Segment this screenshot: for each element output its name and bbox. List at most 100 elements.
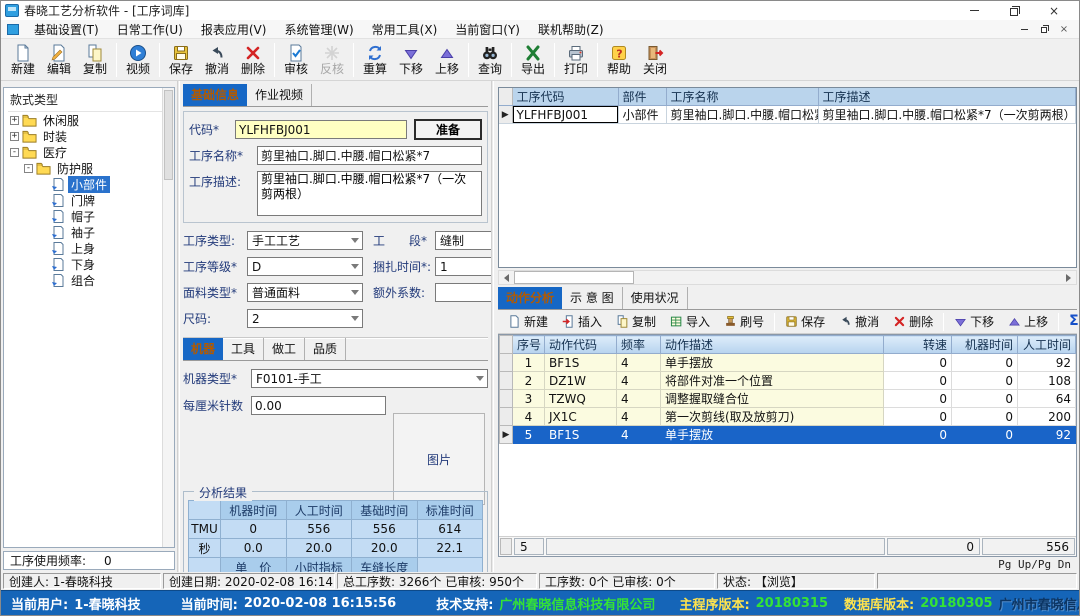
status-created-date: 创建日期: 2020-02-08 16:14:21 [163,573,335,589]
video-button[interactable]: 视频 [120,41,156,79]
close-button[interactable]: × [1047,4,1061,18]
menu-system[interactable]: 系统管理(W) [275,20,362,38]
edit-button[interactable]: 编辑 [41,41,77,79]
recalculate-button[interactable]: 重算 [357,41,393,79]
code-input[interactable] [235,120,407,139]
motion-new-button[interactable]: 新建 [502,311,554,332]
tree-node-combination[interactable]: 组合 [8,272,162,288]
scroll-right-arrow-icon[interactable] [1061,271,1076,284]
motion-row[interactable]: 1 BF1S 4 单手摆放 0 0 92 [500,354,1076,372]
motion-row[interactable]: 2 DZ1W 4 将部件对准一个位置 0 0 108 [500,372,1076,390]
expander-icon[interactable]: - [10,148,19,157]
close-window-button[interactable]: 关闭 [637,41,673,79]
motion-delete-button[interactable]: 删除 [887,311,939,332]
tree-node-medical[interactable]: - 医疗 [8,144,162,160]
motion-row[interactable]: 4 JX1C 4 第一次剪线(取及放剪刀) 0 0 200 [500,408,1076,426]
tree-node-small-parts[interactable]: 小部件 [8,176,162,192]
menu-tools[interactable]: 常用工具(X) [363,20,447,38]
col-motion-code[interactable]: 动作代码 [545,336,617,354]
col-seq[interactable]: 序号 [513,336,545,354]
ready-button[interactable]: 准备 [414,119,482,140]
col-speed[interactable]: 转速 [884,336,952,354]
menu-help[interactable]: 联机帮助(Z) [529,20,613,38]
stitches-per-cm-input[interactable] [251,396,386,415]
delete-button[interactable]: 删除 [235,41,271,79]
tab-workmanship[interactable]: 做工 [264,338,305,360]
col-process-desc[interactable]: 工序描述 [818,88,1076,106]
process-name-input[interactable] [257,146,482,165]
col-motion-desc[interactable]: 动作描述 [661,336,884,354]
work-stage-select[interactable]: 缝制 [435,231,491,250]
expander-icon[interactable]: + [10,116,19,125]
col-labor-time[interactable]: 人工时间 [1018,336,1076,354]
expander-icon[interactable]: + [10,132,19,141]
scrollbar-thumb[interactable] [514,271,634,284]
motion-save-button[interactable]: 保存 [779,311,831,332]
menu-daily-work[interactable]: 日常工作(U) [108,20,192,38]
expander-icon[interactable]: - [24,164,33,173]
motion-undo-button[interactable]: 撤消 [833,311,885,332]
tab-machine[interactable]: 机器 [183,338,223,360]
motion-insert-button[interactable]: 插入 [556,311,608,332]
fabric-type-select[interactable]: 普通面料 [247,283,363,302]
motion-import-button[interactable]: 导入 [664,311,716,332]
restore-button[interactable] [1007,4,1021,18]
tree-node-hat[interactable]: 帽子 [8,208,162,224]
tree-node-lower-body[interactable]: 下身 [8,256,162,272]
col-machine-time[interactable]: 机器时间 [952,336,1018,354]
mdi-close-button[interactable]: × [1059,24,1069,34]
copy-button[interactable]: 复制 [77,41,113,79]
query-button[interactable]: 查询 [472,41,508,79]
col-process-code[interactable]: 工序代码 [512,88,618,106]
tree-node-fashion[interactable]: + 时装 [8,128,162,144]
tab-quality[interactable]: 品质 [305,338,346,360]
undo-button[interactable]: 撤消 [199,41,235,79]
tree-node-casual[interactable]: + 休闲服 [8,112,162,128]
tree-node-doorplate[interactable]: 门牌 [8,192,162,208]
motion-move-down-button[interactable]: 下移 [948,311,1000,332]
motion-copy-button[interactable]: 复制 [610,311,662,332]
col-component[interactable]: 部件 [618,88,666,106]
process-desc-textarea[interactable]: 剪里袖口.脚口.中腰.帽口松紧*7（一次剪两根） [257,171,482,216]
col-frequency[interactable]: 频率 [617,336,661,354]
menu-basic-settings[interactable]: 基础设置(T) [25,20,108,38]
menu-current-window[interactable]: 当前窗口(Y) [446,20,529,38]
process-type-select[interactable]: 手工工艺 [247,231,363,250]
tree-node-protective[interactable]: - 防护服 [8,160,162,176]
audit-button[interactable]: 审核 [278,41,314,79]
size-select[interactable]: 2 [247,309,363,328]
tree-node-upper-body[interactable]: 上身 [8,240,162,256]
mdi-restore-button[interactable] [1039,24,1049,34]
tab-work-video[interactable]: 作业视频 [247,84,312,106]
save-button[interactable]: 保存 [163,41,199,79]
process-grade-select[interactable]: D [247,257,363,276]
tab-basic-info[interactable]: 基础信息 [183,84,247,106]
print-button[interactable]: 打印 [558,41,594,79]
extra-factor-select[interactable]: 0 [435,283,491,302]
new-button[interactable]: 新建 [5,41,41,79]
tab-motion-analysis[interactable]: 动作分析 [498,287,562,309]
tab-usage-status[interactable]: 使用状况 [623,287,688,309]
tree-scrollbar[interactable] [162,88,174,547]
machine-type-select[interactable]: F0101-手工 [251,369,488,388]
process-row[interactable]: ▶ YLFHFBJ001 小部件 剪里袖口.脚口.中腰.帽口松紧*7 剪里袖口.… [499,106,1076,124]
mdi-minimize-button[interactable] [1019,24,1029,34]
move-up-button[interactable]: 上移 [429,41,465,79]
tab-diagram[interactable]: 示 意 图 [562,287,623,309]
col-process-name[interactable]: 工序名称 [666,88,818,106]
export-button[interactable]: 导出 [515,41,551,79]
process-grid-hscrollbar[interactable] [498,270,1077,285]
tab-tool[interactable]: 工具 [223,338,264,360]
move-down-button[interactable]: 下移 [393,41,429,79]
tree-node-sleeve[interactable]: 袖子 [8,224,162,240]
motion-move-up-button[interactable]: 上移 [1002,311,1054,332]
motion-row-selected[interactable]: ▶ 5 BF1S 4 单手摆放 0 0 92 [500,426,1076,444]
minimize-button[interactable] [967,4,981,18]
scroll-left-arrow-icon[interactable] [499,271,514,284]
help-button[interactable]: ? 帮助 [601,41,637,79]
menu-reports[interactable]: 报表应用(V) [192,20,276,38]
motion-statistics-button[interactable]: Σ统计 [1063,311,1080,332]
motion-row[interactable]: 3 TZWQ 4 调整握取缝合位 0 0 64 [500,390,1076,408]
bundle-time-select[interactable]: 1 [435,257,491,276]
motion-renumber-button[interactable]: 刷号 [718,311,770,332]
